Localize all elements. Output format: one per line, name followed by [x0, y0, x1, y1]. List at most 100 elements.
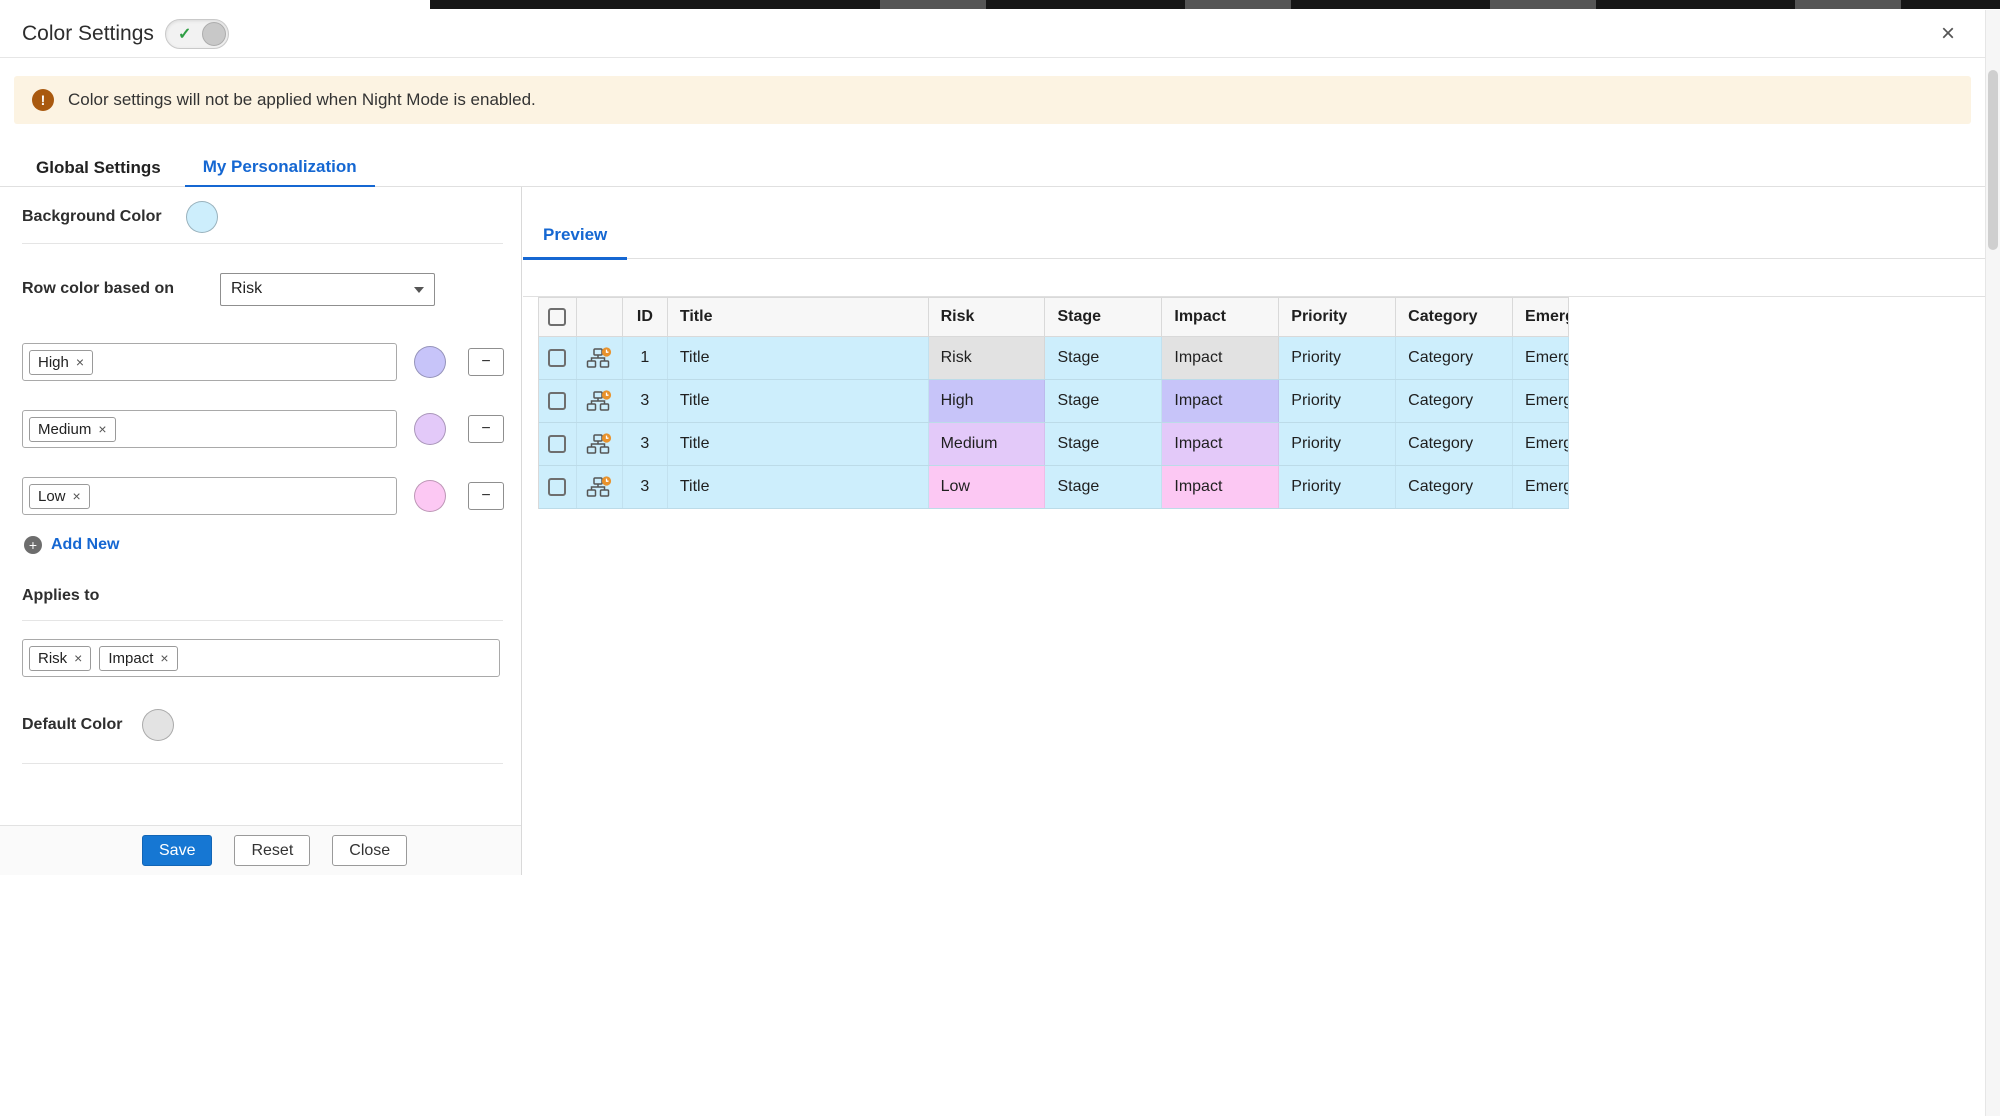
cell-stage: Stage	[1045, 337, 1162, 379]
column-header-impact[interactable]: Impact	[1162, 298, 1279, 336]
save-button[interactable]: Save	[142, 835, 212, 866]
column-header-category[interactable]: Category	[1396, 298, 1513, 336]
rule-value-input[interactable]: High ×	[22, 343, 397, 381]
remove-rule-button[interactable]: −	[468, 415, 504, 443]
background-color-label: Background Color	[22, 208, 162, 226]
table-row: 3 Title Low Stage Impact Priority Catego…	[539, 466, 1569, 509]
select-all-checkbox[interactable]	[548, 308, 566, 326]
settings-tabs: Global Settings My Personalization	[0, 148, 1985, 187]
cell-impact: Impact	[1162, 337, 1279, 379]
close-icon[interactable]: ×	[1941, 20, 1955, 48]
tag-chip: Medium ×	[29, 417, 116, 442]
remove-tag-icon[interactable]: ×	[98, 422, 106, 436]
cell-emergency: Emerg	[1513, 466, 1569, 508]
background-window-strip	[0, 0, 2000, 10]
rule-value-input[interactable]: Low ×	[22, 477, 397, 515]
tab-preview[interactable]: Preview	[523, 225, 627, 260]
tag-chip-label: Medium	[38, 421, 91, 438]
cell-id: 3	[623, 423, 668, 465]
background-window-tab	[1185, 0, 1291, 9]
reset-button[interactable]: Reset	[234, 835, 310, 866]
cell-category: Category	[1396, 337, 1513, 379]
rule-color-swatch[interactable]	[414, 346, 446, 378]
divider	[22, 763, 503, 764]
tab-my-personalization[interactable]: My Personalization	[185, 149, 375, 188]
cell-category: Category	[1396, 423, 1513, 465]
default-color-label: Default Color	[22, 716, 122, 734]
cell-category: Category	[1396, 380, 1513, 422]
row-color-based-on-row: Row color based on Risk	[22, 265, 435, 313]
cell-risk: Risk	[929, 337, 1046, 379]
row-color-based-on-label: Row color based on	[22, 280, 220, 298]
cell-category: Category	[1396, 466, 1513, 508]
scrollbar-thumb[interactable]	[1988, 70, 1998, 250]
cell-id: 3	[623, 380, 668, 422]
icon-cell	[577, 423, 623, 465]
cell-stage: Stage	[1045, 423, 1162, 465]
applies-to-label: Applies to	[22, 587, 99, 605]
remove-tag-icon[interactable]: ×	[160, 651, 168, 665]
default-color-row: Default Color	[22, 705, 174, 745]
background-window-tab	[880, 0, 986, 9]
row-color-field-value: Risk	[231, 280, 262, 298]
tab-global-settings[interactable]: Global Settings	[36, 150, 161, 186]
rule-value-input[interactable]: Medium ×	[22, 410, 397, 448]
cell-title: Title	[668, 380, 929, 422]
column-header-priority[interactable]: Priority	[1279, 298, 1396, 336]
tag-chip-label: Risk	[38, 650, 67, 667]
cell-id: 3	[623, 466, 668, 508]
warning-icon: !	[32, 89, 54, 111]
color-settings-toggle[interactable]: ✓	[165, 19, 229, 49]
remove-rule-button[interactable]: −	[468, 482, 504, 510]
remove-tag-icon[interactable]: ×	[73, 489, 81, 503]
plus-icon: +	[24, 536, 42, 554]
background-color-swatch[interactable]	[186, 201, 218, 233]
checkbox-cell	[539, 380, 577, 422]
cell-impact: Impact	[1162, 423, 1279, 465]
add-new-link[interactable]: + Add New	[24, 536, 119, 554]
row-color-field-select[interactable]: Risk	[220, 273, 435, 306]
column-header-id[interactable]: ID	[623, 298, 668, 336]
row-checkbox[interactable]	[548, 478, 566, 496]
background-window-tab	[1795, 0, 1901, 9]
rule-color-swatch[interactable]	[414, 413, 446, 445]
table-header-row: ID Title Risk Stage Impact Priority Cate…	[539, 297, 1569, 337]
divider	[22, 620, 503, 621]
cell-impact: Impact	[1162, 466, 1279, 508]
remove-tag-icon[interactable]: ×	[74, 651, 82, 665]
vertical-scrollbar[interactable]	[1985, 10, 2000, 1116]
color-rule-row: Medium × −	[22, 410, 504, 448]
tag-chip-label: Low	[38, 488, 66, 505]
remove-tag-icon[interactable]: ×	[76, 355, 84, 369]
column-header-emergency[interactable]: Emerg	[1513, 298, 1569, 336]
cell-priority: Priority	[1279, 423, 1396, 465]
add-new-label: Add New	[51, 536, 119, 554]
column-header-risk[interactable]: Risk	[929, 298, 1046, 336]
tag-chip-label: High	[38, 354, 69, 371]
cell-emergency: Emerg	[1513, 380, 1569, 422]
cell-id: 1	[623, 337, 668, 379]
dialog-header: Color Settings ✓ ×	[0, 10, 1985, 58]
tag-chip: Risk ×	[29, 646, 91, 671]
row-checkbox[interactable]	[548, 392, 566, 410]
close-button[interactable]: Close	[332, 835, 407, 866]
background-window-tab	[1490, 0, 1596, 9]
row-checkbox[interactable]	[548, 435, 566, 453]
background-color-row: Background Color	[22, 195, 218, 239]
default-color-swatch[interactable]	[142, 709, 174, 741]
icon-cell	[577, 466, 623, 508]
dialog-title: Color Settings	[22, 10, 154, 58]
row-checkbox[interactable]	[548, 349, 566, 367]
preview-panel: Preview ID Title Risk Stage Impact Prior…	[523, 187, 1985, 875]
cell-title: Title	[668, 337, 929, 379]
remove-rule-button[interactable]: −	[468, 348, 504, 376]
applies-to-input[interactable]: Risk × Impact ×	[22, 639, 500, 677]
icon-cell	[577, 337, 623, 379]
cell-priority: Priority	[1279, 466, 1396, 508]
cell-stage: Stage	[1045, 466, 1162, 508]
column-header-title[interactable]: Title	[668, 298, 929, 336]
rule-color-swatch[interactable]	[414, 480, 446, 512]
column-header-stage[interactable]: Stage	[1045, 298, 1162, 336]
icon-cell	[577, 380, 623, 422]
header-icon-cell	[577, 298, 623, 336]
